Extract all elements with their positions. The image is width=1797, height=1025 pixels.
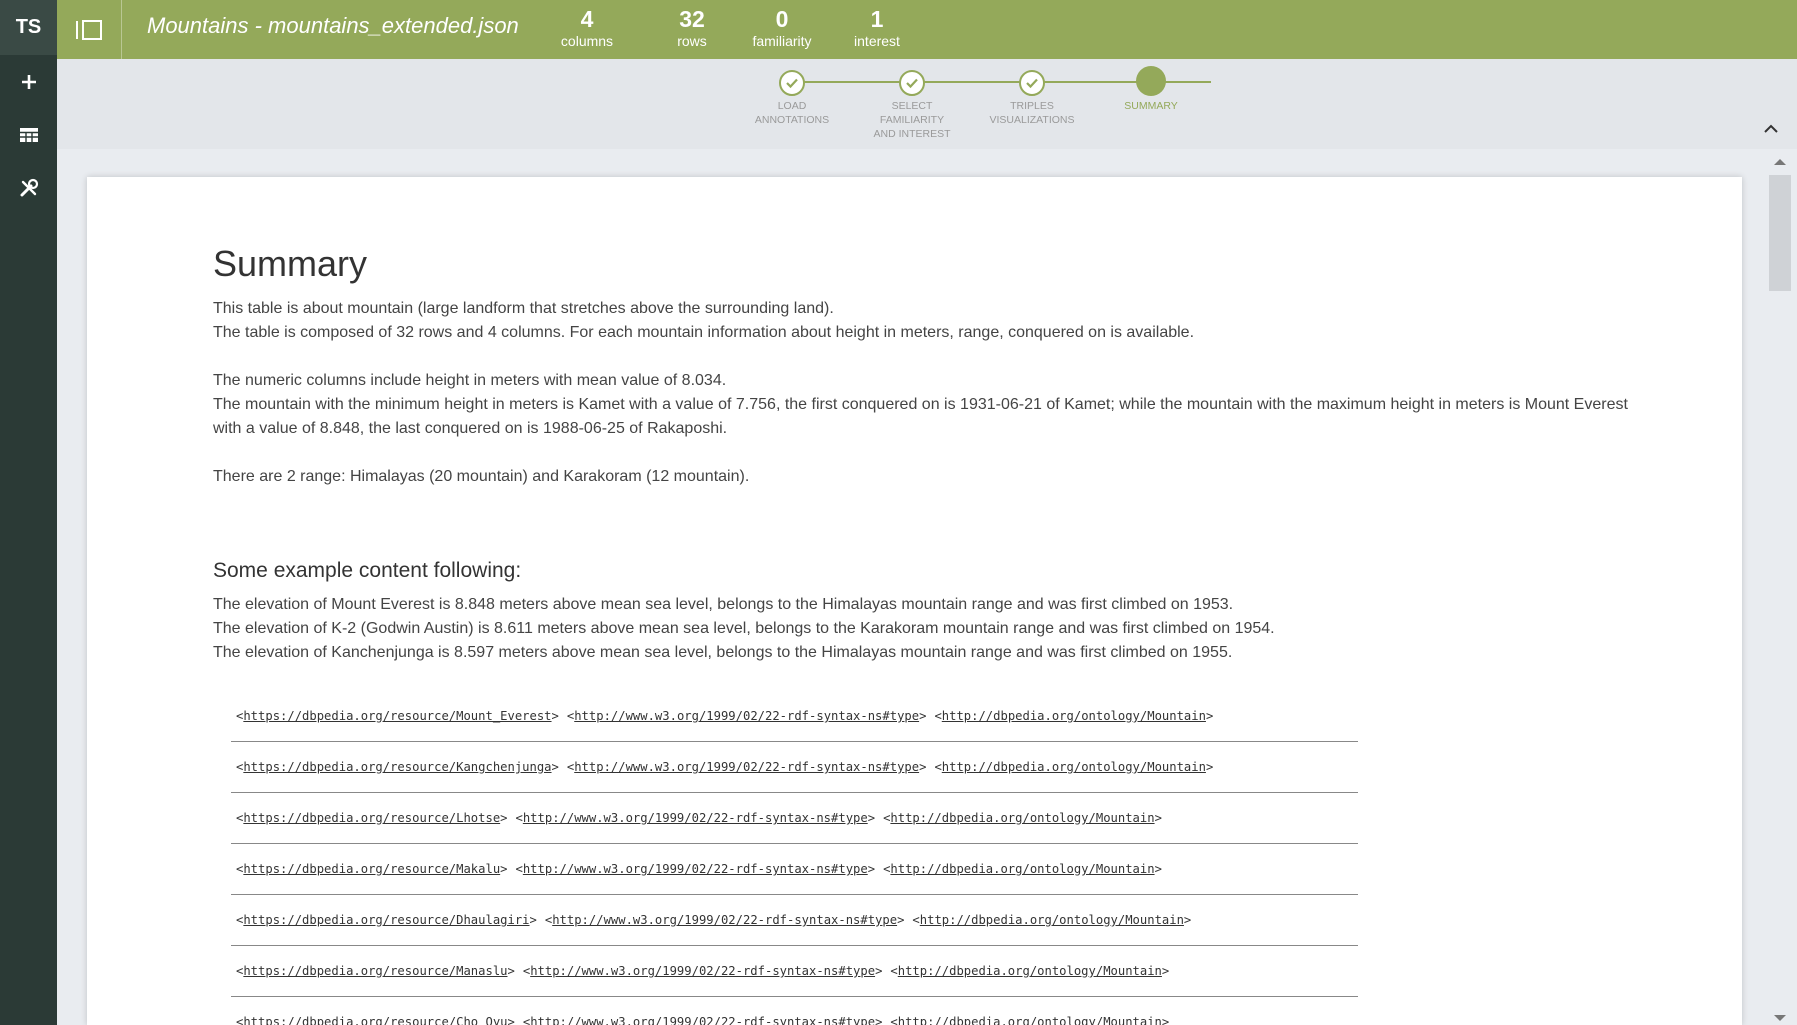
- stat-value: 4: [580, 6, 594, 32]
- examples-heading: Some example content following:: [213, 559, 522, 582]
- triple-row: < https://dbpedia.org/resource/Cho_Oyu > < h…: [231, 997, 1358, 1025]
- step-triples-visualizations[interactable]: TRIPLES VISUALIZATIONS: [977, 70, 1087, 127]
- triple-row: < https://dbpedia.org/resource/Kangchenju…: [231, 742, 1358, 793]
- stat-value: 32: [679, 6, 705, 32]
- step-label: SELECT FAMILIARITY AND INTEREST: [873, 100, 951, 140]
- object-link[interactable]: http://dbpedia.org/ontology/Mountain: [942, 760, 1206, 774]
- summary-card: Summary This table is about mountain (la…: [87, 177, 1742, 1025]
- triple-row: < https://dbpedia.org/resource/Mount_Ever…: [231, 691, 1358, 742]
- top-bar: Mountains - mountains_extended.json 4 co…: [57, 0, 1797, 59]
- summary-text: There are 2 range: Himalayas (20 mountai…: [213, 468, 750, 485]
- stat-label: rows: [677, 33, 707, 49]
- step-complete-marker[interactable]: [899, 70, 925, 96]
- tables-button[interactable]: [0, 108, 57, 161]
- example-sentence: The elevation of K-2 (Godwin Austin) is …: [213, 620, 1275, 637]
- step-complete-marker[interactable]: [1019, 70, 1045, 96]
- subject-link[interactable]: https://dbpedia.org/resource/Makalu: [243, 862, 500, 876]
- scroll-down-arrow-icon[interactable]: [1774, 1015, 1786, 1021]
- scroll-up-arrow-icon[interactable]: [1774, 159, 1786, 165]
- dataset-title: Mountains - mountains_extended.json: [147, 13, 519, 38]
- stat-label: interest: [854, 33, 900, 49]
- stat-rows: 32 rows: [657, 6, 727, 49]
- scrollbar-thumb[interactable]: [1769, 175, 1791, 291]
- page-title: Summary: [213, 243, 368, 284]
- check-icon: [1026, 78, 1038, 89]
- predicate-link[interactable]: http://www.w3.org/1999/02/22-rdf-syntax-…: [574, 709, 919, 723]
- summary-text: The mountain with the minimum height in …: [213, 396, 1628, 437]
- stat-label: columns: [560, 33, 614, 49]
- stat-familiarity: 0 familiarity: [737, 6, 827, 49]
- step-label: SUMMARY: [1124, 100, 1178, 112]
- triple-row: < https://dbpedia.org/resource/Makalu > < ht…: [231, 844, 1358, 895]
- check-icon: [786, 78, 798, 89]
- predicate-link[interactable]: http://www.w3.org/1999/02/22-rdf-syntax-…: [530, 1015, 875, 1025]
- step-label: LOAD ANNOTATIONS: [754, 100, 830, 126]
- check-icon: [906, 78, 918, 89]
- sidebar-toggle-button[interactable]: [57, 0, 122, 59]
- subject-link[interactable]: https://dbpedia.org/resource/Dhaulagiri: [243, 913, 529, 927]
- stat-value: 0: [775, 6, 789, 32]
- object-link[interactable]: http://dbpedia.org/ontology/Mountain: [942, 709, 1206, 723]
- object-link[interactable]: http://dbpedia.org/ontology/Mountain: [898, 964, 1162, 978]
- triples-list: < https://dbpedia.org/resource/Mount_Ever…: [231, 691, 1358, 1025]
- triple-row: < https://dbpedia.org/resource/Dhaulagiri…: [231, 895, 1358, 946]
- object-link[interactable]: http://dbpedia.org/ontology/Mountain: [890, 862, 1154, 876]
- step-select-familiarity[interactable]: SELECT FAMILIARITY AND INTEREST: [857, 70, 967, 141]
- subject-link[interactable]: https://dbpedia.org/resource/Cho_Oyu: [243, 1015, 507, 1025]
- triple-row: < https://dbpedia.org/resource/Lhotse > < ht…: [231, 793, 1358, 844]
- collapse-stepper-button[interactable]: [1763, 121, 1779, 139]
- summary-content: Summary This table is about mountain (la…: [213, 243, 1633, 1025]
- step-label: TRIPLES VISUALIZATIONS: [989, 100, 1075, 126]
- example-sentence: The elevation of Mount Everest is 8.848 …: [213, 596, 1234, 613]
- summary-text: This table is about mountain (large land…: [213, 300, 834, 317]
- app-logo[interactable]: TS: [0, 0, 57, 55]
- stat-interest: 1 interest: [837, 6, 917, 49]
- object-link[interactable]: http://dbpedia.org/ontology/Mountain: [920, 913, 1184, 927]
- example-sentence: The elevation of Kanchenjunga is 8.597 m…: [213, 644, 1233, 661]
- chevron-up-icon: [1764, 124, 1778, 133]
- step-active-marker[interactable]: [1136, 66, 1166, 96]
- add-button[interactable]: [0, 55, 57, 108]
- subject-link[interactable]: https://dbpedia.org/resource/Mount_Evere…: [243, 709, 551, 723]
- page-scrollbar[interactable]: [1769, 155, 1791, 1025]
- left-rail: TS: [0, 0, 57, 1025]
- predicate-link[interactable]: http://www.w3.org/1999/02/22-rdf-syntax-…: [523, 811, 868, 825]
- plus-icon: [21, 74, 36, 89]
- predicate-link[interactable]: http://www.w3.org/1999/02/22-rdf-syntax-…: [552, 913, 897, 927]
- predicate-link[interactable]: http://www.w3.org/1999/02/22-rdf-syntax-…: [523, 862, 868, 876]
- step-summary[interactable]: SUMMARY: [1096, 66, 1206, 113]
- step-load-annotations[interactable]: LOAD ANNOTATIONS: [737, 70, 847, 127]
- summary-text: The table is composed of 32 rows and 4 c…: [213, 324, 1195, 341]
- progress-stepper: LOAD ANNOTATIONS SELECT FAMILIARITY AND …: [57, 59, 1797, 149]
- tools-icon: [20, 178, 38, 196]
- stat-value: 1: [870, 6, 884, 32]
- triple-row: < https://dbpedia.org/resource/Manaslu > < h…: [231, 946, 1358, 997]
- subject-link[interactable]: https://dbpedia.org/resource/Lhotse: [243, 811, 500, 825]
- sidebar-toggle-icon: [76, 19, 102, 40]
- table-icon: [19, 127, 38, 142]
- step-complete-marker[interactable]: [779, 70, 805, 96]
- subject-link[interactable]: https://dbpedia.org/resource/Kangchenjun…: [243, 760, 551, 774]
- stat-label: familiarity: [752, 33, 812, 49]
- summary-text: The numeric columns include height in me…: [213, 372, 727, 389]
- predicate-link[interactable]: http://www.w3.org/1999/02/22-rdf-syntax-…: [530, 964, 875, 978]
- object-link[interactable]: http://dbpedia.org/ontology/Mountain: [890, 811, 1154, 825]
- stat-columns: 4 columns: [547, 6, 627, 49]
- subject-link[interactable]: https://dbpedia.org/resource/Manaslu: [243, 964, 507, 978]
- tools-button[interactable]: [0, 161, 57, 214]
- predicate-link[interactable]: http://www.w3.org/1999/02/22-rdf-syntax-…: [574, 760, 919, 774]
- object-link[interactable]: http://dbpedia.org/ontology/Mountain: [898, 1015, 1162, 1025]
